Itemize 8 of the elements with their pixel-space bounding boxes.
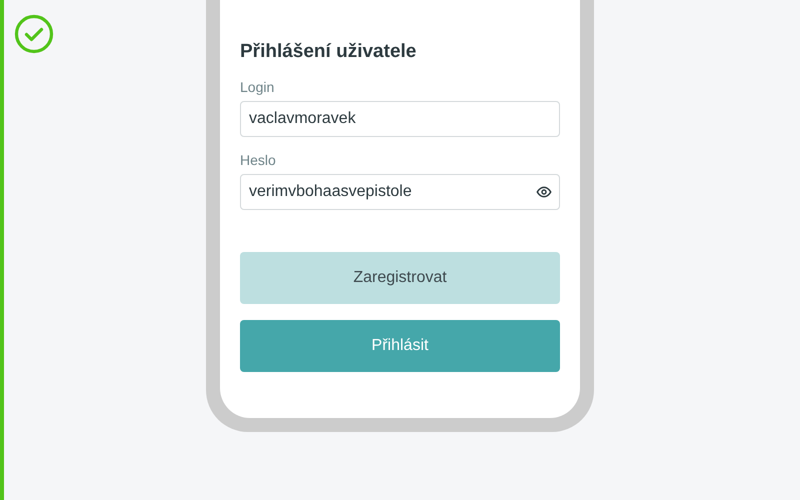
form-title: Přihlášení uživatele bbox=[240, 40, 418, 64]
register-button[interactable]: Zaregistrovat bbox=[240, 252, 560, 304]
field-label: Login bbox=[240, 78, 276, 96]
checkmark-icon bbox=[14, 14, 54, 54]
eye-icon[interactable] bbox=[536, 184, 552, 200]
field-label: Heslo bbox=[240, 151, 277, 169]
input-field[interactable]: vaclavmoravek bbox=[240, 101, 560, 137]
password-field[interactable]: verimvbohaasvepistole bbox=[240, 174, 560, 210]
